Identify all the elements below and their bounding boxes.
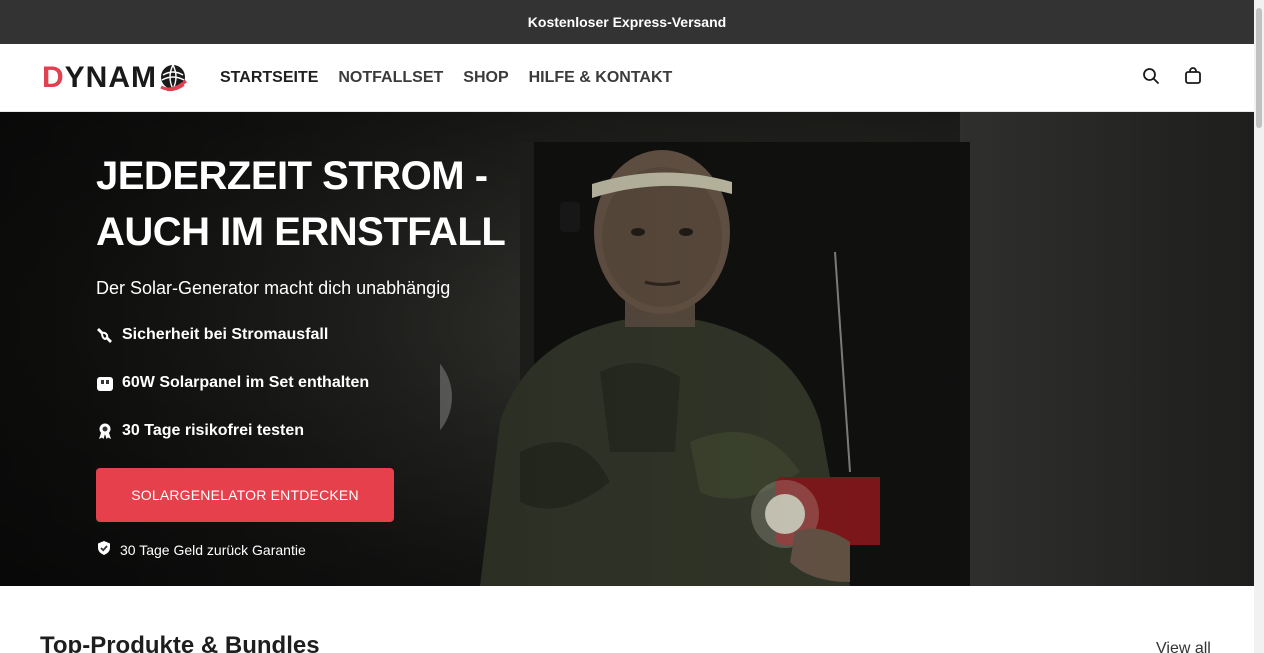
main-nav: STARTSEITE NOTFALLSET SHOP HILFE & KONTA… xyxy=(220,44,672,112)
hero-banner: JEDERZEIT STROM - AUCH IM ERNSTFALL Der … xyxy=(0,112,1254,586)
award-icon xyxy=(96,422,114,440)
feature-text: 30 Tage risikofrei testen xyxy=(122,422,304,439)
feature-item: Sicherheit bei Stromausfall xyxy=(96,326,328,344)
site-header: D YNAM STARTSEITE NOTFALLSET SHOP HILFE &… xyxy=(0,44,1254,112)
scrollbar-thumb[interactable] xyxy=(1256,8,1262,128)
guarantee-note: 30 Tage Geld zurück Garantie xyxy=(96,540,306,559)
discover-solar-generator-button[interactable]: SOLARGENELATOR ENTDECKEN xyxy=(96,468,394,522)
hero-title: JEDERZEIT STROM - AUCH IM ERNSTFALL xyxy=(96,148,616,260)
logo[interactable]: D YNAM xyxy=(42,61,188,94)
guarantee-text: 30 Tage Geld zurück Garantie xyxy=(120,541,306,558)
feature-text: 60W Solarpanel im Set enthalten xyxy=(122,374,370,391)
hero-title-line1: JEDERZEIT STROM - xyxy=(96,154,488,198)
nav-item-startseite[interactable]: STARTSEITE xyxy=(220,69,318,87)
logo-text: YNAM xyxy=(64,61,158,94)
feature-item: 30 Tage risikofrei testen xyxy=(96,422,304,440)
search-icon[interactable] xyxy=(1142,67,1160,90)
logo-first-letter: D xyxy=(42,61,65,94)
feature-item: 60W Solarpanel im Set enthalten xyxy=(96,374,369,392)
page-scrollbar[interactable] xyxy=(1254,0,1264,653)
announcement-text: Kostenloser Express-Versand xyxy=(527,14,727,30)
section-title-top-products: Top-Produkte & Bundles xyxy=(40,632,320,653)
announcement-bar: Kostenloser Express-Versand xyxy=(0,0,1254,44)
feature-text: Sicherheit bei Stromausfall xyxy=(122,326,329,343)
battery-icon xyxy=(96,374,114,392)
nav-item-shop[interactable]: SHOP xyxy=(463,69,508,87)
globe-icon xyxy=(160,64,187,92)
shopping-bag-icon[interactable] xyxy=(1184,66,1202,90)
nav-item-notfallset[interactable]: NOTFALLSET xyxy=(338,69,443,87)
hero-title-line2: AUCH IM ERNSTFALL xyxy=(96,210,506,254)
nav-item-hilfe-kontakt[interactable]: HILFE & KONTAKT xyxy=(529,69,673,87)
shield-check-icon xyxy=(96,540,112,559)
plug-icon xyxy=(96,326,114,344)
header-icons xyxy=(1142,44,1202,112)
view-all-link[interactable]: View all xyxy=(1156,640,1211,653)
hero-subtitle: Der Solar-Generator macht dich unabhängi… xyxy=(96,278,451,298)
